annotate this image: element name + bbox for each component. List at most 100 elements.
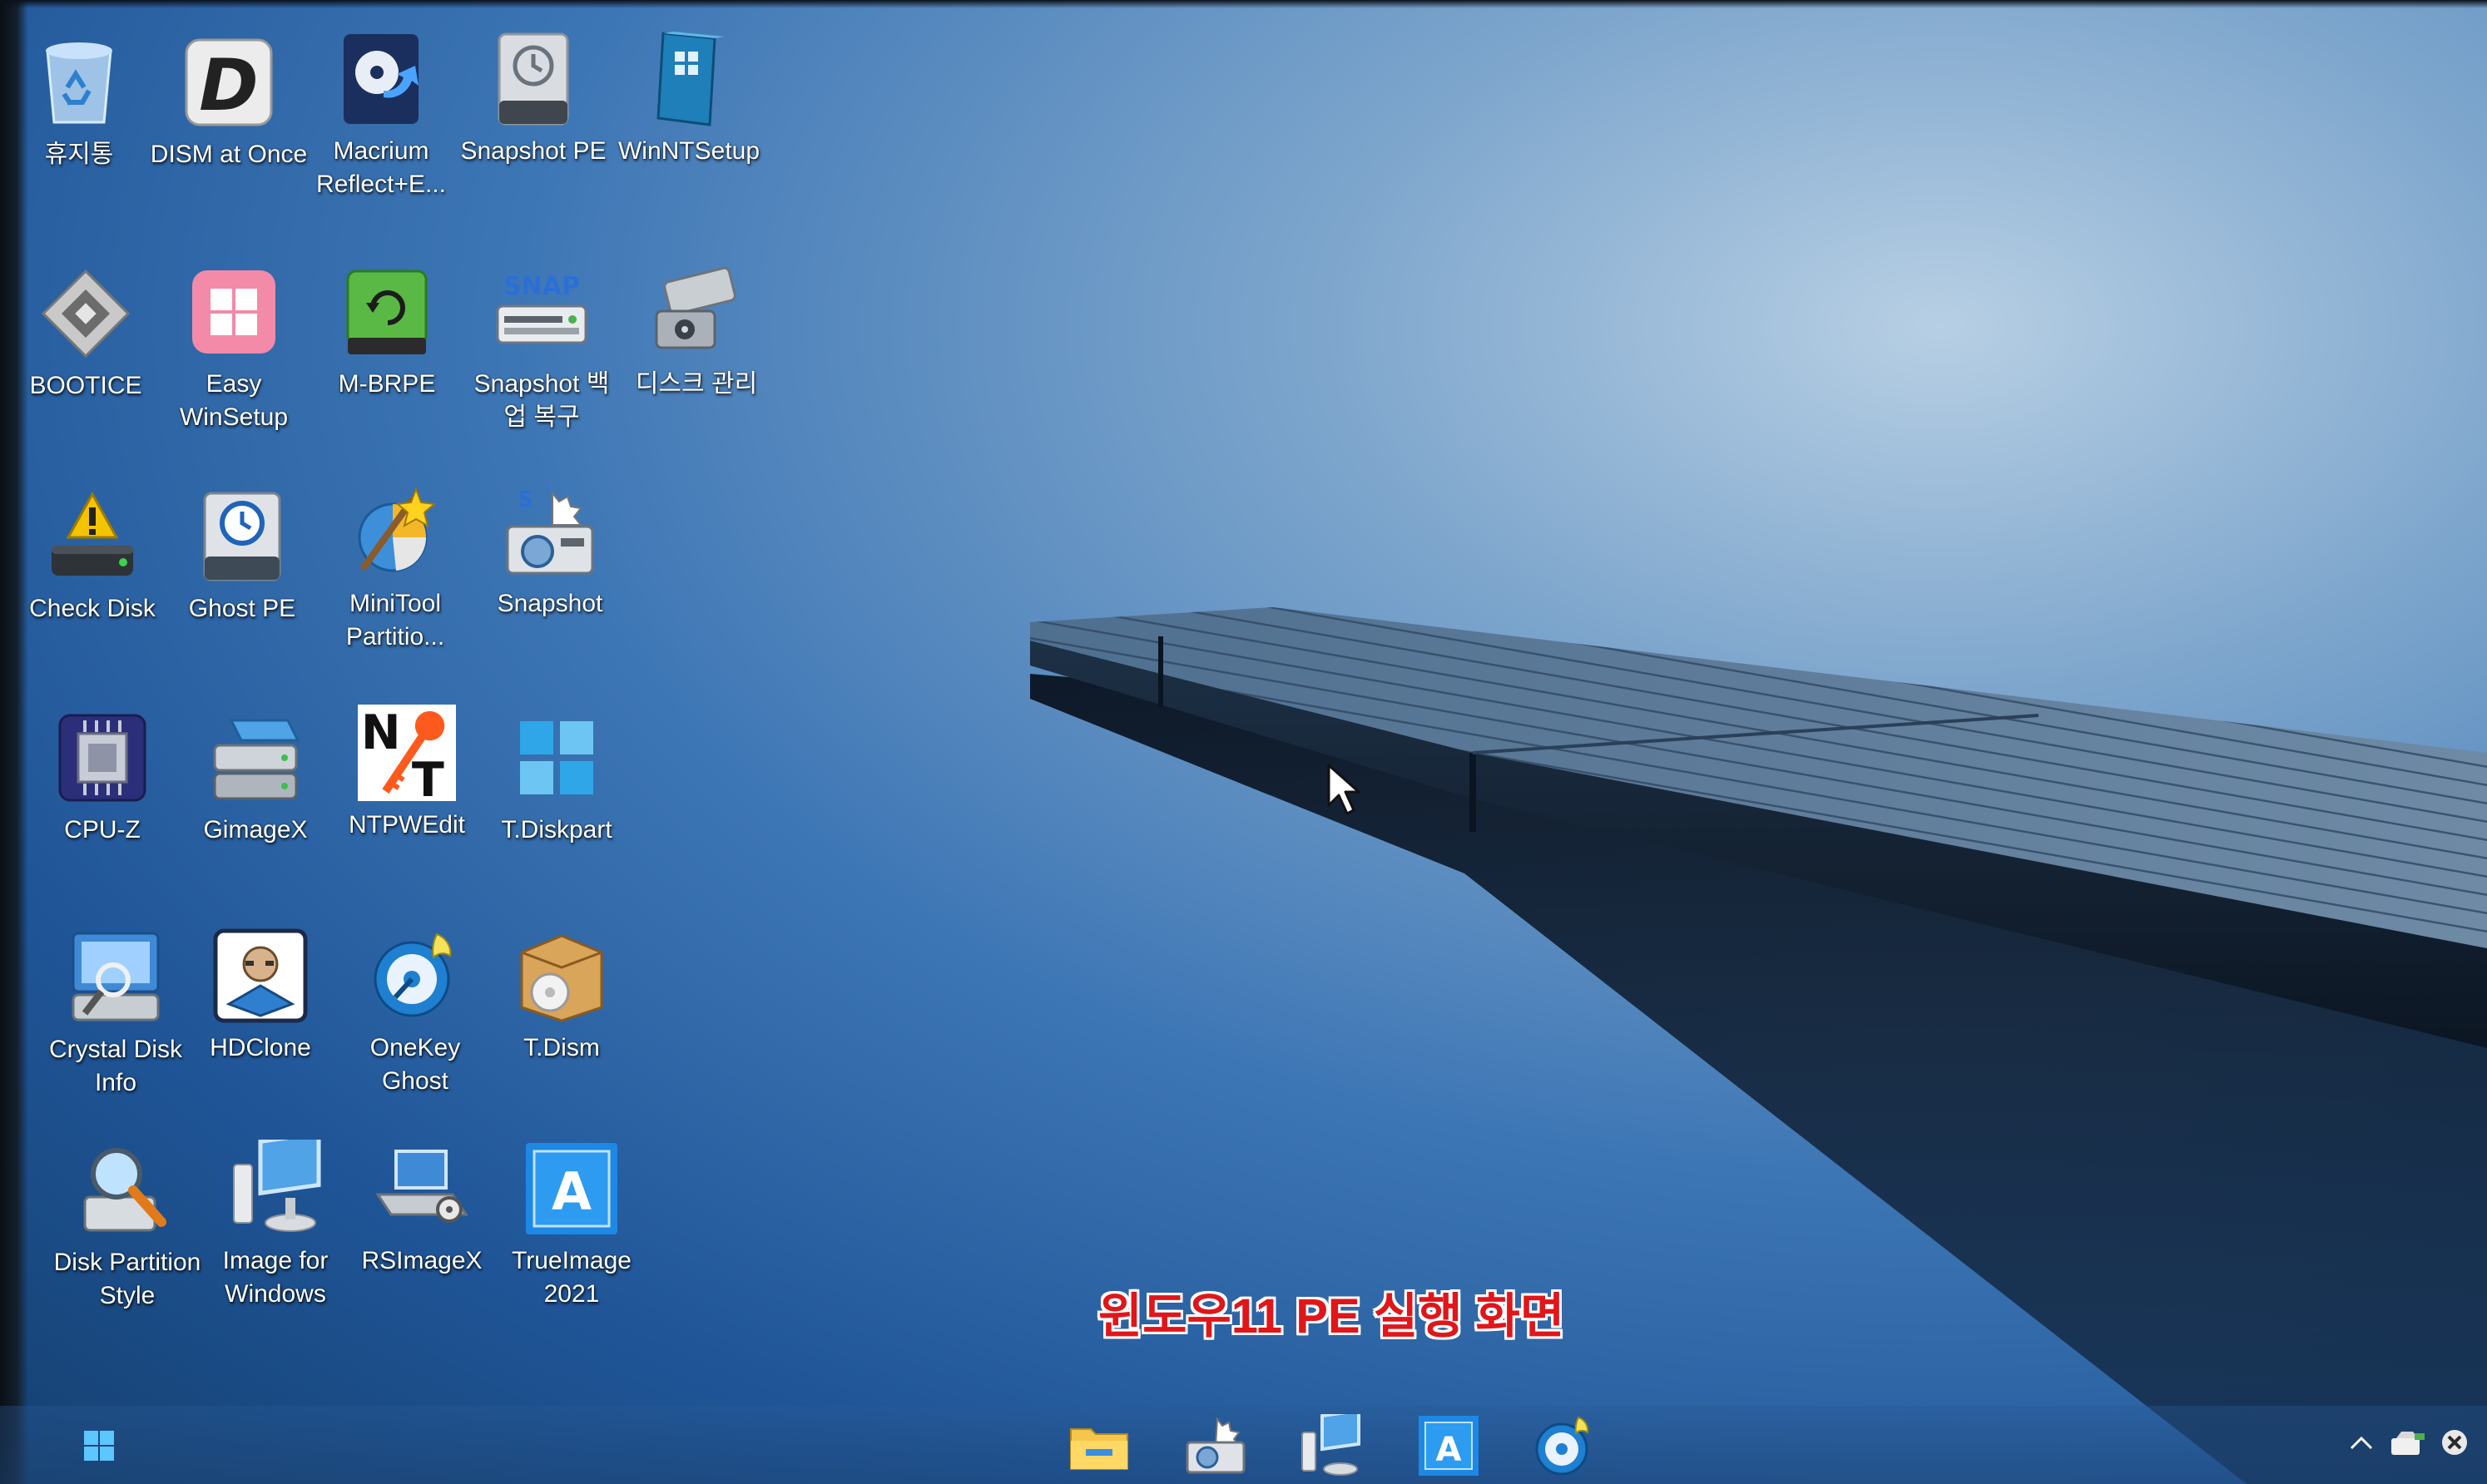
disk-partition-style-icon	[78, 1141, 176, 1239]
onekey-ghost-icon	[1535, 1416, 1589, 1476]
desktop-icon-onekey-ghost[interactable]: OneKey Ghost	[336, 927, 494, 1098]
desktop-icon-check-disk[interactable]: Check Disk	[13, 487, 171, 626]
gimagex-icon	[206, 709, 305, 807]
taskbar-snapshot[interactable]	[1180, 1410, 1251, 1482]
close-circle-icon	[2442, 1430, 2467, 1455]
ghost-pe-icon	[193, 487, 291, 586]
bootice-icon	[37, 265, 135, 363]
icon-label: Snapshot PE	[460, 137, 607, 165]
svg-text:T: T	[412, 753, 444, 802]
icon-label: Image for Windows	[222, 1247, 329, 1308]
icon-label: OneKey Ghost	[369, 1034, 461, 1095]
svg-text:N: N	[361, 705, 401, 760]
icon-label: M-BRPE	[338, 370, 436, 398]
tray-usb-eject-button[interactable]	[2388, 1424, 2428, 1461]
icon-label: TrueImage 2021	[512, 1247, 632, 1308]
snapshot-restore-icon: SNAP	[493, 263, 591, 361]
winntsetup-icon	[640, 30, 738, 128]
desktop-icon-easy-winsetup[interactable]: Easy WinSetup	[155, 263, 313, 434]
svg-text:A: A	[552, 1161, 592, 1222]
t-dism-icon	[513, 927, 611, 1025]
desktop-icon-crystal-disk-info[interactable]: Crystal Disk Info	[37, 928, 195, 1100]
desktop-icon-bootice[interactable]: BOOTICE	[7, 265, 165, 403]
desktop-icon-minitool-partition[interactable]: MiniTool Partitio...	[316, 482, 474, 654]
start-button[interactable]	[63, 1410, 135, 1482]
desktop-icon-rsimagex[interactable]: RSImageX	[343, 1140, 501, 1278]
hdclone-icon	[211, 927, 310, 1025]
svg-text:S: S	[518, 487, 533, 512]
macrium-icon	[332, 30, 430, 128]
usb-eject-icon	[2391, 1432, 2425, 1455]
svg-text:A: A	[1436, 1431, 1462, 1469]
desktop-icon-hdclone[interactable]: HDClone	[181, 927, 339, 1065]
desktop-icon-dism-at-once[interactable]: D DISM at Once	[150, 33, 308, 171]
icon-label: T.Diskpart	[501, 816, 612, 843]
minitool-partition-icon	[346, 482, 444, 581]
desktop-icon-disk-partition-style[interactable]: Disk Partition Style	[48, 1141, 206, 1313]
icon-label: Disk Partition Style	[53, 1249, 201, 1309]
t-diskpart-icon	[508, 709, 606, 807]
screen-bezel-top	[0, 0, 2487, 8]
windows-start-icon	[84, 1431, 114, 1461]
desktop-icon-winntsetup[interactable]: WinNTSetup	[610, 30, 768, 168]
icon-label: Ghost PE	[188, 595, 296, 622]
desktop-icon-snapshot-backup-restore[interactable]: SNAP Snapshot 백업 복구	[463, 263, 621, 434]
desktop: 휴지통 D DISM at Once Macrium Reflect+E... …	[0, 0, 2487, 1484]
icon-label: Crystal Disk Info	[48, 1036, 182, 1096]
icon-label: CPU-Z	[64, 816, 141, 843]
desktop-icon-snapshot[interactable]: S Snapshot	[471, 482, 629, 621]
desktop-icon-snapshot-pe[interactable]: Snapshot PE	[454, 30, 612, 168]
chevron-up-icon	[2350, 1436, 2373, 1450]
desktop-icon-image-for-windows[interactable]: Image for Windows	[196, 1140, 354, 1311]
taskbar-file-explorer[interactable]	[1063, 1410, 1135, 1482]
icon-label: BOOTICE	[29, 372, 142, 399]
taskbar-image-for-windows[interactable]	[1295, 1410, 1366, 1482]
disk-management-icon	[647, 263, 746, 361]
snapshot-pe-icon	[484, 30, 582, 128]
desktop-icon-t-dism[interactable]: T.Dism	[483, 927, 641, 1065]
desktop-icon-cpu-z[interactable]: CPU-Z	[23, 709, 181, 847]
icon-label: MiniTool Partitio...	[345, 590, 445, 650]
tray-show-hidden-button[interactable]	[2343, 1424, 2380, 1461]
svg-text:D: D	[199, 44, 258, 127]
desktop-icon-trueimage-2021[interactable]: A TrueImage 2021	[493, 1140, 651, 1311]
ntpwedit-icon: NT	[358, 704, 456, 802]
icon-label: Check Disk	[29, 595, 156, 622]
desktop-icon-gimagex[interactable]: GimageX	[176, 709, 334, 847]
desktop-icon-ghost-pe[interactable]: Ghost PE	[163, 487, 321, 626]
onekey-ghost-icon	[366, 927, 464, 1025]
taskbar-onekey-ghost[interactable]	[1528, 1410, 1599, 1482]
icon-label: DISM at Once	[150, 141, 308, 168]
desktop-icon-t-diskpart[interactable]: T.Diskpart	[478, 709, 636, 847]
icon-label: NTPWEdit	[348, 811, 465, 838]
trueimage-icon: A	[523, 1140, 621, 1238]
snapshot-icon: S	[501, 482, 599, 581]
check-disk-icon	[43, 487, 141, 586]
m-brpe-icon	[338, 263, 436, 361]
trueimage-icon: A	[1419, 1416, 1479, 1476]
easy-winsetup-icon	[185, 263, 283, 361]
desktop-icon-disk-management[interactable]: 디스크 관리	[617, 263, 775, 401]
desktop-icon-recycle-bin[interactable]: 휴지통	[0, 33, 158, 171]
tray-close-button[interactable]	[2435, 1424, 2475, 1461]
desktop-icon-ntpwedit[interactable]: NT NTPWEdit	[328, 704, 486, 842]
icon-label: Snapshot 백업 복구	[473, 370, 610, 431]
icon-label: Easy WinSetup	[179, 370, 289, 431]
icon-label: Snapshot	[497, 590, 603, 617]
icon-label: Macrium Reflect+E...	[316, 137, 446, 198]
screen-caption: 윈도우11 PE 실행 화면	[1097, 1289, 1565, 1343]
desktop-icon-macrium-reflect[interactable]: Macrium Reflect+E...	[302, 30, 460, 201]
crystal-disk-info-icon	[67, 928, 165, 1026]
rsimagex-icon	[373, 1140, 471, 1238]
taskbar-trueimage[interactable]: A	[1413, 1410, 1484, 1482]
icon-label: RSImageX	[361, 1247, 483, 1274]
snapshot-icon	[1186, 1417, 1246, 1474]
icon-label: HDClone	[210, 1034, 311, 1061]
file-explorer-icon	[1070, 1428, 1128, 1470]
desktop-icon-m-brpe[interactable]: M-BRPE	[308, 263, 466, 401]
icon-label: T.Dism	[523, 1034, 600, 1061]
recycle-bin-icon	[30, 33, 128, 131]
image-for-windows-icon	[1301, 1414, 1360, 1476]
svg-text:SNAP: SNAP	[503, 272, 580, 301]
dism-icon: D	[180, 33, 278, 131]
